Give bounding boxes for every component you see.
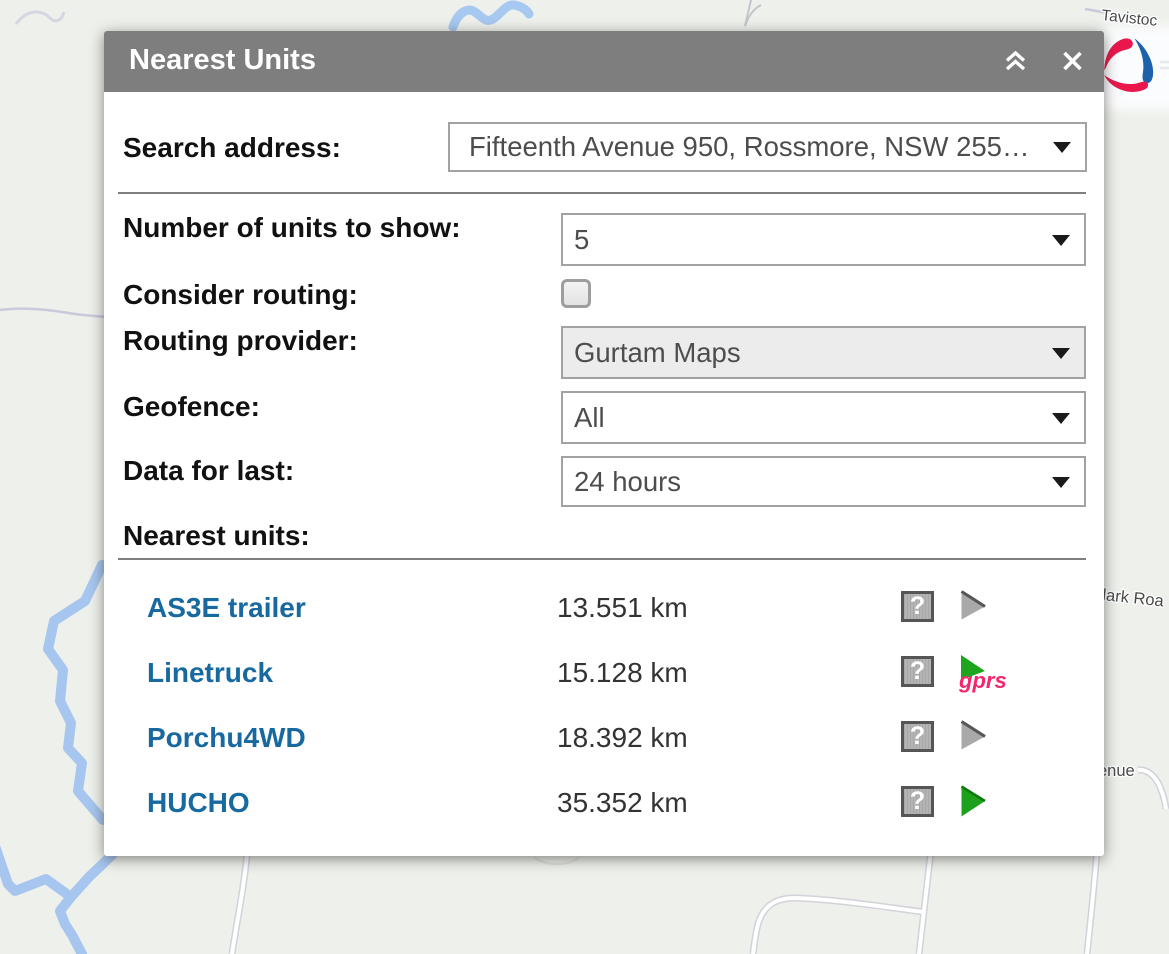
svg-text:gprs: gprs <box>959 668 1007 693</box>
